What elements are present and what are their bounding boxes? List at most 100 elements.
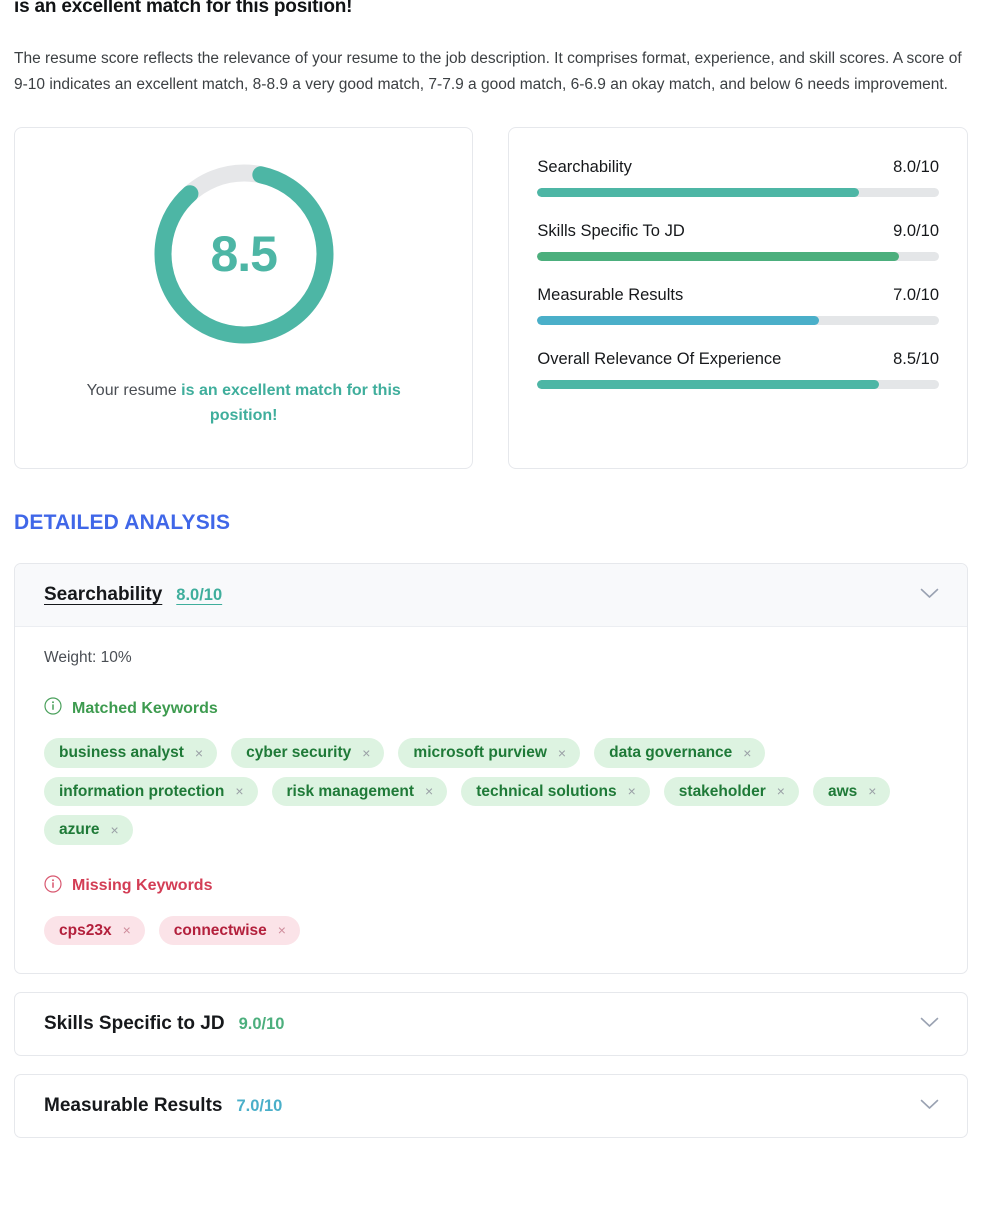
score-bar-overall-relevance-of-experience: Overall Relevance Of Experience 8.5/10 xyxy=(537,350,939,389)
keyword-pill[interactable]: risk management × xyxy=(271,776,448,806)
remove-keyword-icon[interactable]: × xyxy=(278,923,286,937)
keyword-pill[interactable]: microsoft purview × xyxy=(398,738,581,768)
keyword-label: cps23x xyxy=(59,921,112,939)
remove-keyword-icon[interactable]: × xyxy=(628,784,636,798)
subscores-card: Searchability 8.0/10 Skills Specific To … xyxy=(508,127,968,469)
keyword-pill[interactable]: technical solutions × xyxy=(461,776,650,806)
keyword-pill[interactable]: business analyst × xyxy=(44,738,218,768)
keyword-pill[interactable]: connectwise × xyxy=(158,915,300,945)
keyword-label: information protection xyxy=(59,782,225,800)
missing-keywords-pills: cps23x × connectwise × xyxy=(44,915,938,945)
detailed-analysis-heading: DETAILED ANALYSIS xyxy=(14,511,231,534)
remove-keyword-icon[interactable]: × xyxy=(123,923,131,937)
gauge-caption: Your resume is an excellent match for th… xyxy=(79,378,409,428)
weight-label: Weight: 10% xyxy=(44,649,132,666)
remove-keyword-icon[interactable]: × xyxy=(195,746,203,760)
accordion-header-skills-specific-to-jd[interactable]: Skills Specific to JD 9.0/10 xyxy=(15,993,967,1055)
accordion-score: 7.0/10 xyxy=(236,1096,283,1115)
accordion-measurable-results: Measurable Results 7.0/10 xyxy=(14,1074,968,1138)
resume-score-page: is an excellent match for this position!… xyxy=(0,0,982,1219)
missing-keywords-header: Missing Keywords xyxy=(44,874,938,898)
accordion-body-searchability: Weight: 10% Matched Keywords business an… xyxy=(15,627,967,973)
info-icon xyxy=(44,697,62,720)
keyword-label: stakeholder xyxy=(678,782,766,800)
score-bar-track xyxy=(537,188,939,197)
score-bar-header: Searchability 8.0/10 xyxy=(537,158,939,177)
accordion-header-measurable-results[interactable]: Measurable Results 7.0/10 xyxy=(15,1075,967,1137)
info-icon xyxy=(44,874,62,898)
score-bar-label: Measurable Results xyxy=(537,286,684,304)
score-bar-fill xyxy=(537,316,819,325)
keyword-pill[interactable]: aws × xyxy=(812,776,891,806)
keyword-label: technical solutions xyxy=(476,782,617,800)
missing-keywords-group: Missing Keywords cps23x × connectwise × xyxy=(44,874,938,945)
score-bar-header: Overall Relevance Of Experience 8.5/10 xyxy=(537,350,939,369)
gauge-score-value: 8.5 xyxy=(210,226,278,282)
summary-row: 8.5 Your resume is an excellent match fo… xyxy=(14,127,968,469)
score-bar-skills-specific-to-jd: Skills Specific To JD 9.0/10 xyxy=(537,222,939,261)
remove-keyword-icon[interactable]: × xyxy=(558,746,566,760)
accordion-score: 9.0/10 xyxy=(238,1014,285,1033)
score-bar-measurable-results: Measurable Results 7.0/10 xyxy=(537,286,939,325)
accordion-title: Measurable Results xyxy=(44,1095,223,1116)
score-bar-searchability: Searchability 8.0/10 xyxy=(537,158,939,197)
accordion-title: Skills Specific to JD xyxy=(44,1013,225,1034)
keyword-pill[interactable]: data governance × xyxy=(594,738,766,768)
overall-score-card: 8.5 Your resume is an excellent match fo… xyxy=(14,127,474,469)
keyword-pill[interactable]: azure × xyxy=(44,815,133,845)
score-bar-label: Skills Specific To JD xyxy=(537,222,685,240)
keyword-pill[interactable]: cyber security × xyxy=(231,738,385,768)
score-bar-track xyxy=(537,380,939,389)
matched-keywords-header: Matched Keywords xyxy=(44,697,938,720)
score-bar-track xyxy=(537,252,939,261)
gauge-caption-highlight: is an excellent match for this position! xyxy=(181,382,401,424)
remove-keyword-icon[interactable]: × xyxy=(868,784,876,798)
keyword-pill[interactable]: stakeholder × xyxy=(663,776,799,806)
keyword-pill[interactable]: information protection × xyxy=(44,776,258,806)
matched-keywords-label: Matched Keywords xyxy=(72,699,218,717)
remove-keyword-icon[interactable]: × xyxy=(777,784,785,798)
remove-keyword-icon[interactable]: × xyxy=(743,746,751,760)
remove-keyword-icon[interactable]: × xyxy=(111,823,119,837)
score-bar-fill xyxy=(537,252,899,261)
keyword-label: azure xyxy=(59,821,100,838)
score-bar-fill xyxy=(537,380,879,389)
score-bar-label: Overall Relevance Of Experience xyxy=(537,350,782,368)
score-bar-fill xyxy=(537,188,859,197)
accordion-searchability: Searchability 8.0/10 Weight: 10% Matched… xyxy=(14,563,968,974)
gauge-caption-prefix: Your resume xyxy=(86,382,182,399)
keyword-label: connectwise xyxy=(173,921,267,939)
score-bar-header: Measurable Results 7.0/10 xyxy=(537,286,939,305)
keyword-pill[interactable]: cps23x × xyxy=(44,915,145,945)
keyword-label: business analyst xyxy=(59,744,184,761)
chevron-down-icon[interactable] xyxy=(920,586,939,604)
score-bar-value: 8.5/10 xyxy=(893,350,939,368)
accordion-score: 8.0/10 xyxy=(176,585,223,604)
accordion-header-searchability[interactable]: Searchability 8.0/10 xyxy=(15,564,967,627)
keyword-label: data governance xyxy=(609,744,733,761)
detailed-analysis-list: Searchability 8.0/10 Weight: 10% Matched… xyxy=(14,563,968,1138)
remove-keyword-icon[interactable]: × xyxy=(362,746,370,760)
score-bar-track xyxy=(537,316,939,325)
page-headline: is an excellent match for this position! xyxy=(14,0,353,17)
accordion-skills-specific-to-jd: Skills Specific to JD 9.0/10 xyxy=(14,992,968,1056)
matched-keywords-group: Matched Keywords business analyst × cyber … xyxy=(44,697,938,845)
score-bar-value: 8.0/10 xyxy=(893,158,939,176)
chevron-down-icon[interactable] xyxy=(920,1097,939,1115)
accordion-title: Searchability xyxy=(44,584,163,605)
remove-keyword-icon[interactable]: × xyxy=(235,784,243,798)
chevron-down-icon[interactable] xyxy=(920,1015,939,1033)
score-bar-value: 9.0/10 xyxy=(893,222,939,240)
keyword-label: microsoft purview xyxy=(413,744,547,761)
remove-keyword-icon[interactable]: × xyxy=(425,784,433,798)
score-explanation-text: The resume score reflects the relevance … xyxy=(14,50,962,93)
score-bar-value: 7.0/10 xyxy=(893,286,939,304)
keyword-label: cyber security xyxy=(246,744,352,761)
missing-keywords-label: Missing Keywords xyxy=(72,877,213,894)
matched-keywords-pills: business analyst × cyber security × microsof… xyxy=(44,738,938,845)
score-gauge: 8.5 xyxy=(146,156,342,352)
keyword-label: risk management xyxy=(286,782,415,800)
score-bar-header: Skills Specific To JD 9.0/10 xyxy=(537,222,939,241)
score-bar-label: Searchability xyxy=(537,158,632,176)
keyword-label: aws xyxy=(827,782,858,800)
